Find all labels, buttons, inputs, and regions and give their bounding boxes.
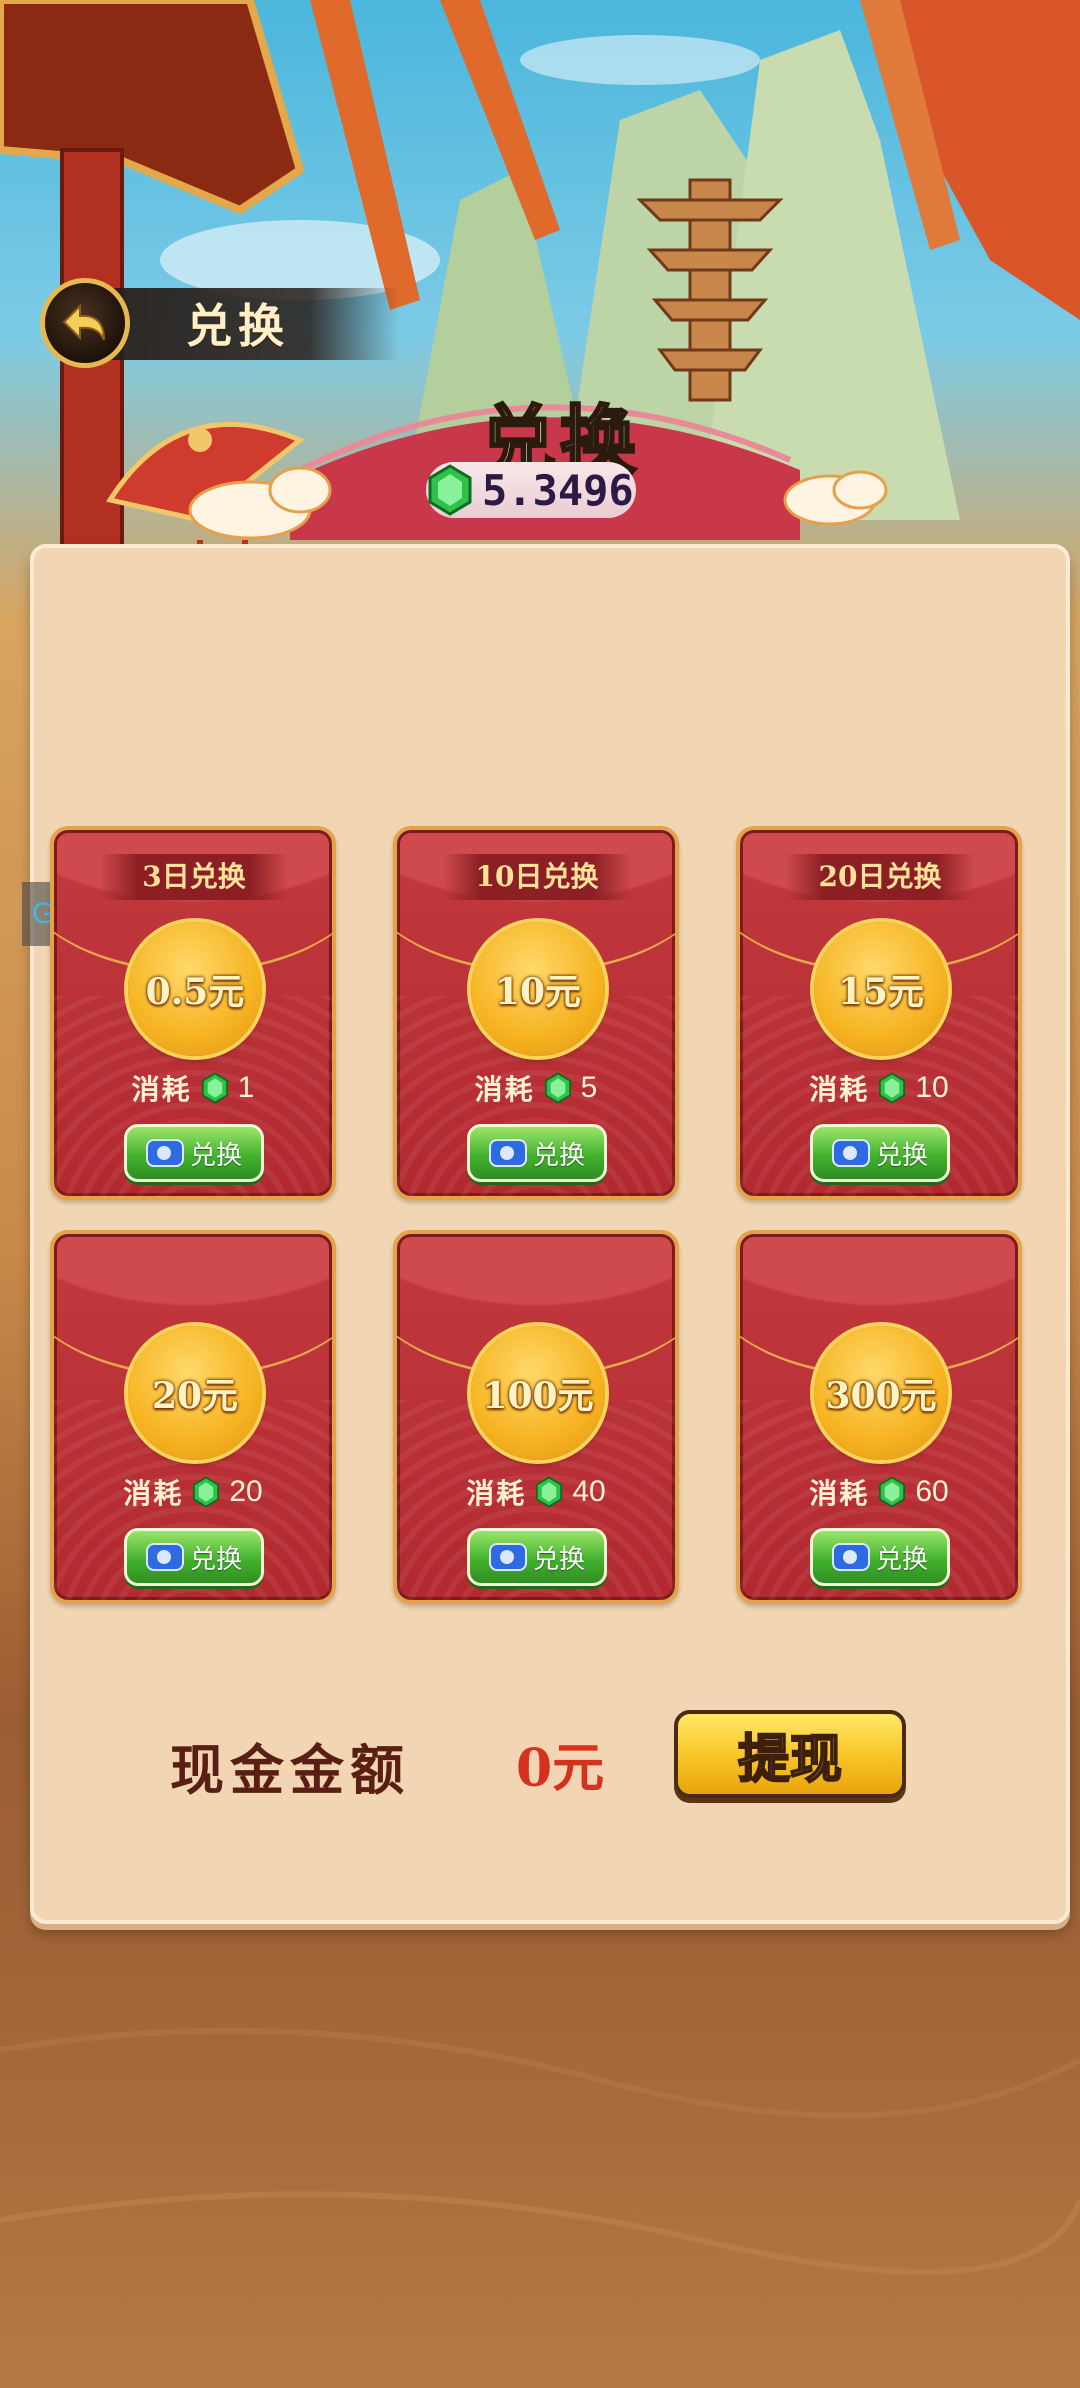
video-camera-icon bbox=[488, 1543, 527, 1571]
header-title: 兑换 bbox=[186, 299, 290, 353]
cash-amount-value: 0元 bbox=[516, 1738, 605, 1799]
card-amount-coin: 15元 bbox=[814, 922, 948, 1056]
cost-value: 1 bbox=[237, 1071, 255, 1104]
exchange-card[interactable]: 20元消耗 20 兑换 bbox=[50, 1230, 336, 1604]
watch-video-exchange-button[interactable]: 兑换 bbox=[467, 1124, 607, 1182]
watch-video-exchange-button[interactable]: 兑换 bbox=[810, 1124, 950, 1182]
watch-video-exchange-button[interactable]: 兑换 bbox=[124, 1124, 264, 1182]
card-day-tag: 10日兑换 bbox=[443, 854, 631, 900]
video-camera-icon bbox=[831, 1543, 870, 1571]
green-gem-icon bbox=[536, 1476, 563, 1508]
card-day-tag: 20日兑换 bbox=[786, 854, 974, 900]
exchange-card[interactable]: 10日兑换 10元消耗 5 兑换 bbox=[393, 826, 679, 1200]
cost-label: 消耗 bbox=[474, 1073, 535, 1106]
cost-value: 5 bbox=[580, 1071, 598, 1104]
cash-amount-label: 现金金额 bbox=[170, 1738, 410, 1802]
card-amount-coin: 10元 bbox=[471, 922, 605, 1056]
exchange-card[interactable]: 3日兑换 0.5元消耗 1 兑换 bbox=[50, 826, 336, 1200]
card-amount-coin: 20元 bbox=[128, 1326, 262, 1460]
card-cost-row: 消耗 40 bbox=[397, 1472, 675, 1512]
card-amount-coin: 300元 bbox=[814, 1326, 948, 1460]
exchange-button-label: 兑换 bbox=[532, 1140, 585, 1171]
video-camera-icon bbox=[488, 1139, 527, 1167]
green-gem-icon bbox=[879, 1476, 906, 1508]
card-cost-row: 消耗 20 bbox=[54, 1472, 332, 1512]
exchange-button-label: 兑换 bbox=[189, 1140, 242, 1171]
card-cost-row: 消耗 10 bbox=[740, 1068, 1018, 1108]
card-amount-coin: 100元 bbox=[471, 1326, 605, 1460]
video-camera-icon bbox=[145, 1543, 184, 1571]
back-button[interactable] bbox=[40, 278, 130, 368]
back-arrow-icon bbox=[62, 303, 105, 341]
watch-video-exchange-button[interactable]: 兑换 bbox=[124, 1528, 264, 1586]
cost-label: 消耗 bbox=[131, 1073, 192, 1106]
cost-label: 消耗 bbox=[466, 1477, 527, 1510]
exchange-card[interactable]: 100元消耗 40 兑换 bbox=[393, 1230, 679, 1604]
green-gem-icon bbox=[428, 464, 472, 516]
card-cost-row: 消耗 60 bbox=[740, 1472, 1018, 1512]
exchange-button-label: 兑换 bbox=[189, 1544, 242, 1575]
card-day-tag: 3日兑换 bbox=[100, 854, 288, 900]
card-amount-coin: 0.5元 bbox=[128, 922, 262, 1056]
card-cost-row: 消耗 5 bbox=[397, 1068, 675, 1108]
card-cost-row: 消耗 1 bbox=[54, 1068, 332, 1108]
exchange-card[interactable]: 300元消耗 60 兑换 bbox=[736, 1230, 1022, 1604]
withdraw-button[interactable]: 提现 bbox=[674, 1710, 906, 1798]
cost-label: 消耗 bbox=[123, 1477, 184, 1510]
cost-label: 消耗 bbox=[809, 1477, 870, 1510]
gem-balance-value: 5.3496 bbox=[482, 466, 634, 515]
exchange-button-label: 兑换 bbox=[875, 1140, 928, 1171]
exchange-button-label: 兑换 bbox=[532, 1544, 585, 1575]
green-gem-icon bbox=[193, 1476, 220, 1508]
exchange-card[interactable]: 20日兑换 15元消耗 10 兑换 bbox=[736, 826, 1022, 1200]
green-gem-icon bbox=[879, 1072, 906, 1104]
cost-value: 10 bbox=[915, 1071, 949, 1104]
green-gem-icon bbox=[544, 1072, 571, 1104]
green-gem-icon bbox=[201, 1072, 228, 1104]
exchange-button-label: 兑换 bbox=[875, 1544, 928, 1575]
cost-value: 20 bbox=[229, 1475, 263, 1508]
watch-video-exchange-button[interactable]: 兑换 bbox=[810, 1528, 950, 1586]
video-camera-icon bbox=[831, 1139, 870, 1167]
cost-value: 60 bbox=[915, 1475, 949, 1508]
watch-video-exchange-button[interactable]: 兑换 bbox=[467, 1528, 607, 1586]
cost-value: 40 bbox=[572, 1475, 606, 1508]
video-camera-icon bbox=[145, 1139, 184, 1167]
cost-label: 消耗 bbox=[809, 1073, 870, 1106]
